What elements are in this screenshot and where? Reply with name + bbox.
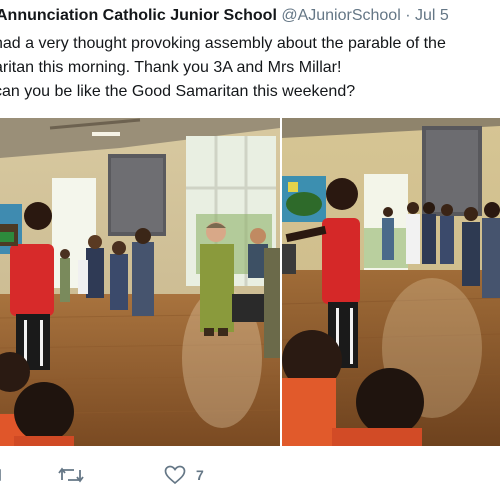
date-separator: ·	[405, 7, 411, 24]
tweet-text-line: can you be like the Good Samaritan this …	[0, 83, 356, 100]
assembly-photo-right[interactable]	[282, 118, 500, 446]
reply-icon[interactable]	[0, 468, 2, 482]
tweet-text-line: aritan this morning. Thank you 3A and Mr…	[0, 59, 342, 76]
retweet-icon	[58, 466, 84, 484]
author-handle[interactable]: @AJuniorSchool	[281, 7, 400, 24]
tweet-header: Annunciation Catholic Junior School @AJu…	[0, 6, 449, 26]
tweet-media	[0, 118, 500, 446]
tweet-text: had a very thought provoking assembly ab…	[0, 32, 500, 104]
assembly-photo-left[interactable]	[0, 118, 280, 446]
like-button[interactable]: 7	[164, 458, 204, 492]
tweet[interactable]: Annunciation Catholic Junior School @AJu…	[0, 0, 500, 500]
like-count: 7	[196, 467, 204, 483]
tweet-date[interactable]: Jul 5	[415, 7, 449, 24]
author-name[interactable]: Annunciation Catholic Junior School	[0, 7, 277, 24]
tweet-actions: 7	[0, 458, 500, 492]
retweet-button[interactable]	[58, 458, 84, 492]
tweet-text-line: had a very thought provoking assembly ab…	[0, 35, 446, 52]
heart-icon	[164, 465, 186, 485]
